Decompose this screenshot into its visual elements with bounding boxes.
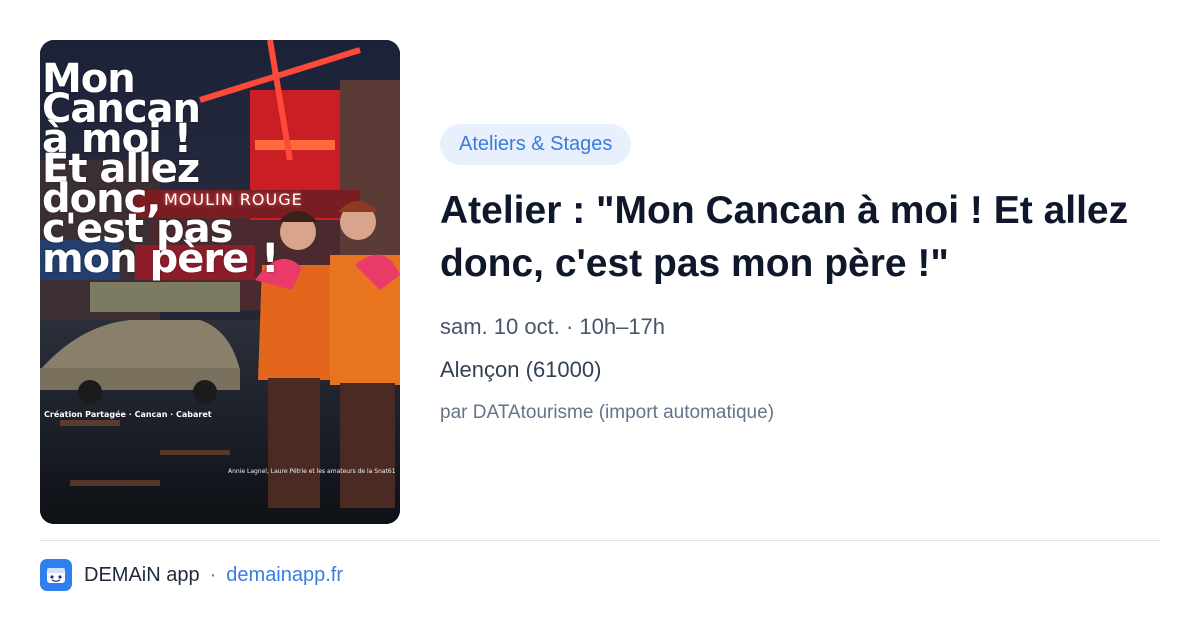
app-logo-icon [40, 559, 72, 591]
event-poster-image[interactable]: Mon Cancan à moi ! Et allez donc, c'est … [40, 40, 400, 524]
event-datetime: sam. 10 oct. · 10h–17h [440, 314, 666, 339]
footer: DEMAiN app · demainapp.fr [40, 558, 343, 592]
footer-divider [40, 540, 1160, 541]
poster-tagline: Création Partagée · Cancan · Cabaret [44, 410, 212, 419]
event-source: par DATAtourisme (import automatique) [440, 402, 775, 423]
event-location: Alençon (61000) [440, 357, 602, 382]
poster-credits: Annie Lagnel, Laure Pétrie et les amateu… [228, 468, 396, 475]
poster-title-text: Mon Cancan à moi ! Et allez donc, c'est … [42, 56, 279, 282]
event-preview-card: Mon Cancan à moi ! Et allez donc, c'est … [0, 0, 1200, 630]
category-badge[interactable]: Ateliers & Stages [440, 124, 632, 165]
app-name: DEMAiN app [84, 563, 200, 586]
poster-sign-text: MOULIN ROUGE [164, 190, 303, 209]
footer-separator: · [209, 563, 217, 586]
event-title[interactable]: Atelier : "Mon Cancan à moi ! Et allez d… [440, 184, 1140, 290]
app-domain-link[interactable]: demainapp.fr [226, 564, 343, 587]
